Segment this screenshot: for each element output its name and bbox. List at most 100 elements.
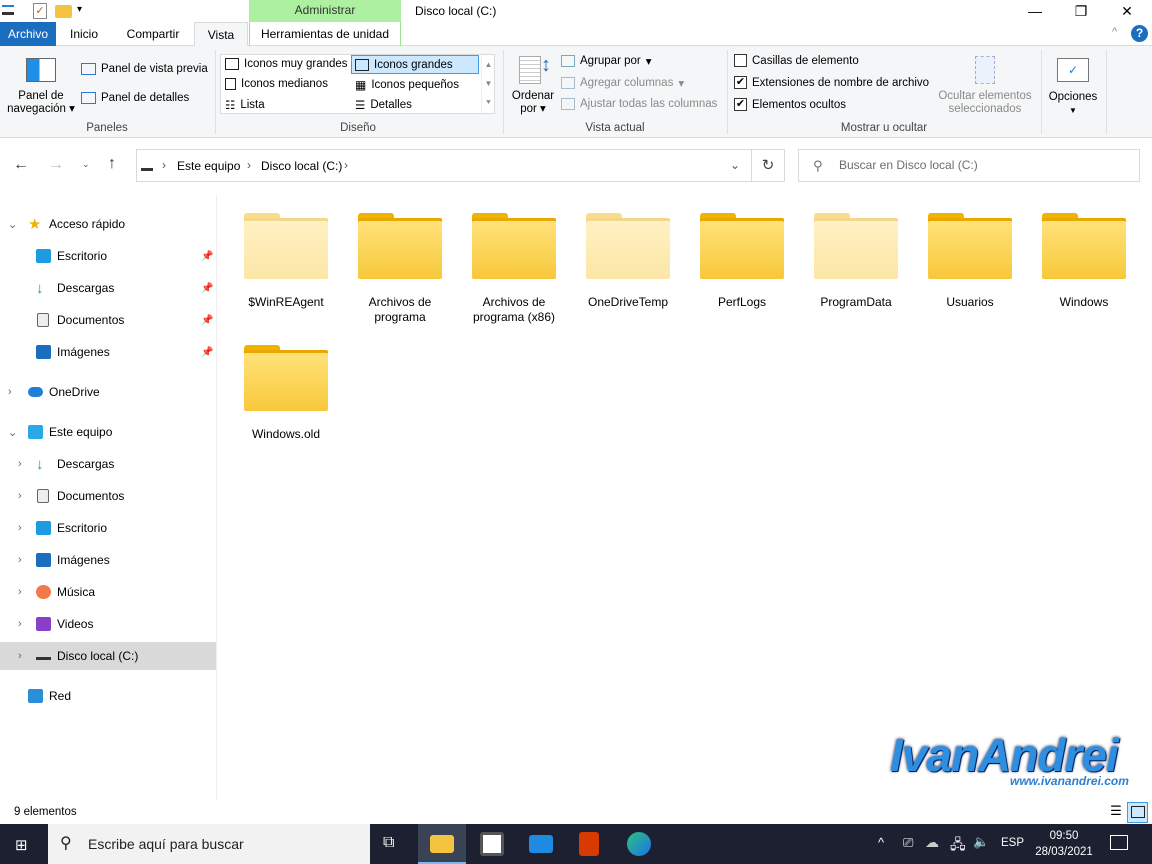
details-pane-button[interactable]: Panel de detalles (81, 92, 189, 104)
office-icon[interactable] (579, 832, 599, 856)
recent-locations-button[interactable]: ⌄ (82, 159, 90, 170)
nav-onedrive[interactable]: › OneDrive (0, 378, 216, 406)
chevron-right-icon[interactable]: › (18, 650, 22, 662)
address-dropdown-button[interactable]: ⌄ (730, 158, 740, 172)
chevron-right-icon[interactable]: › (18, 490, 22, 502)
meet-now-icon[interactable]: ⎚ (903, 835, 913, 851)
back-button[interactable]: ← (13, 156, 29, 174)
collapse-ribbon-icon[interactable]: ^ (1112, 26, 1117, 38)
checkbox[interactable]: ✔ (734, 76, 747, 89)
chevron-right-icon[interactable]: › (18, 618, 22, 630)
add-columns-button[interactable]: Agregar columnas ▾ (561, 76, 684, 90)
close-button[interactable]: ✕ (1104, 0, 1150, 22)
checkbox[interactable]: ✔ (734, 98, 747, 111)
address-bar[interactable]: › Este equipo › Disco local (C:) › ⌄ (136, 149, 752, 182)
forward-button[interactable]: → (48, 156, 64, 174)
preview-pane-button[interactable]: Panel de vista previa (81, 63, 208, 75)
layout-extra-large-icons[interactable]: Iconos muy grandes (225, 58, 348, 70)
nav-pc-documentos[interactable]: › Documentos (0, 482, 216, 510)
nav-pc-escritorio[interactable]: › Escritorio (0, 514, 216, 542)
chevron-right-icon[interactable]: › (18, 522, 22, 534)
taskbar-file-explorer[interactable] (418, 824, 466, 864)
search-input[interactable]: ⚲ Buscar en Disco local (C:) (798, 149, 1140, 182)
folder-item[interactable]: Windows (1027, 203, 1141, 331)
properties-icon[interactable]: ✓ (33, 3, 47, 19)
folder-item[interactable]: Usuarios (913, 203, 1027, 331)
nav-quick-descargas[interactable]: ↓ Descargas 📌 (0, 274, 216, 302)
nav-pc-descargas[interactable]: › ↓ Descargas (0, 450, 216, 478)
chevron-right-icon[interactable]: › (18, 458, 22, 470)
new-folder-icon[interactable] (55, 5, 72, 18)
start-button[interactable]: ⊞ (15, 836, 28, 854)
chevron-right-icon[interactable]: › (18, 586, 22, 598)
breadcrumb-disco-local[interactable]: Disco local (C:) (261, 159, 342, 173)
nav-pc-videos[interactable]: › Videos (0, 610, 216, 638)
network-tray-icon[interactable]: 🖧 (950, 834, 966, 858)
tab-compartir[interactable]: Compartir (112, 22, 194, 46)
nav-pc-imagenes[interactable]: › Imágenes (0, 546, 216, 574)
maximize-button[interactable]: ❐ (1058, 0, 1104, 22)
mail-icon[interactable] (529, 835, 553, 853)
nav-this-pc[interactable]: ⌄ Este equipo (0, 418, 216, 446)
folder-item[interactable]: OneDriveTemp (571, 203, 685, 331)
customize-toolbar-icon[interactable]: ▾ (77, 4, 82, 15)
tab-herramientas-de-unidad[interactable]: Herramientas de unidad (249, 22, 401, 46)
folder-item[interactable]: Windows.old (229, 335, 343, 463)
folder-item[interactable]: $WinREAgent (229, 203, 343, 331)
layout-large-icons[interactable]: Iconos grandes (351, 55, 479, 74)
help-icon[interactable]: ? (1131, 25, 1148, 42)
checkbox-item-checkboxes[interactable]: Casillas de elemento (734, 54, 859, 67)
checkbox-file-extensions[interactable]: ✔ Extensiones de nombre de archivo (734, 76, 929, 89)
language-indicator[interactable]: ESP (1001, 837, 1024, 849)
chevron-right-icon[interactable]: › (18, 554, 22, 566)
layout-small-icons[interactable]: ▦ Iconos pequeños (355, 78, 459, 92)
group-by-button[interactable]: Agrupar por ▾ (561, 54, 652, 68)
show-hidden-icons[interactable]: ^ (878, 835, 884, 850)
edge-icon[interactable] (627, 832, 651, 856)
chevron-down-icon[interactable]: ⌄ (8, 218, 17, 231)
store-icon[interactable] (480, 832, 504, 856)
nav-quick-access[interactable]: ⌄ ★ Acceso rápido (0, 210, 216, 238)
sort-by-button[interactable]: Ordenar por ▾ (506, 90, 560, 116)
folder-item[interactable]: Archivos de programa (343, 203, 457, 331)
nav-quick-documentos[interactable]: Documentos 📌 (0, 306, 216, 334)
layout-details[interactable]: ☰ Detalles (355, 98, 412, 112)
chevron-down-icon[interactable]: ⌄ (8, 426, 17, 439)
refresh-button[interactable]: ↻ (751, 149, 785, 182)
folder-item[interactable]: Archivos de programa (x86) (457, 203, 571, 331)
tab-inicio[interactable]: Inicio (56, 22, 112, 46)
navigation-pane-button[interactable]: Panel de navegación ▾ (4, 90, 78, 116)
clock[interactable]: 09:50 28/03/2021 (1030, 828, 1098, 860)
task-view-icon[interactable]: ⧉ (383, 834, 394, 852)
nav-quick-escritorio[interactable]: Escritorio 📌 (0, 242, 216, 270)
volume-icon[interactable]: 🔈 (973, 834, 989, 850)
nav-network[interactable]: Red (0, 682, 216, 710)
layout-gallery: Iconos muy grandes Iconos grandes Iconos… (220, 54, 495, 114)
large-icons-view-button[interactable] (1127, 802, 1148, 823)
layout-list[interactable]: ☷ Lista (225, 98, 265, 112)
chevron-right-icon[interactable]: › (8, 386, 12, 398)
up-button[interactable]: ↑ (108, 155, 116, 173)
hide-selected-button[interactable]: Ocultar elementos seleccionados (935, 90, 1035, 116)
folder-item[interactable]: ProgramData (799, 203, 913, 331)
nav-pc-disco-local[interactable]: › Disco local (C:) (0, 642, 216, 670)
breadcrumb-este-equipo[interactable]: Este equipo (177, 159, 240, 173)
options-button[interactable]: Opciones ▼ (1044, 90, 1102, 118)
fit-columns-button[interactable]: Ajustar todas las columnas (561, 98, 717, 110)
nav-pc-musica[interactable]: › Música (0, 578, 216, 606)
checkbox[interactable] (734, 54, 747, 67)
details-pane-label: Panel de detalles (101, 92, 190, 104)
layout-medium-icons[interactable]: Iconos medianos (225, 78, 328, 90)
folder-item[interactable]: PerfLogs (685, 203, 799, 331)
minimize-button[interactable]: — (1012, 0, 1058, 22)
tab-vista[interactable]: Vista (194, 22, 248, 47)
taskbar-search[interactable]: ⚲ Escribe aquí para buscar (48, 824, 370, 864)
folder-icon (928, 213, 1012, 279)
notifications-icon[interactable] (1110, 835, 1128, 850)
gallery-scrollbar[interactable]: ▲ ▼ ⯆ (481, 55, 495, 113)
checkbox-hidden-items[interactable]: ✔ Elementos ocultos (734, 98, 846, 111)
tab-archivo[interactable]: Archivo (0, 22, 56, 46)
details-view-button[interactable]: ☰ (1106, 803, 1126, 823)
onedrive-tray-icon[interactable]: ☁ (925, 834, 939, 851)
nav-quick-imagenes[interactable]: Imágenes 📌 (0, 338, 216, 366)
